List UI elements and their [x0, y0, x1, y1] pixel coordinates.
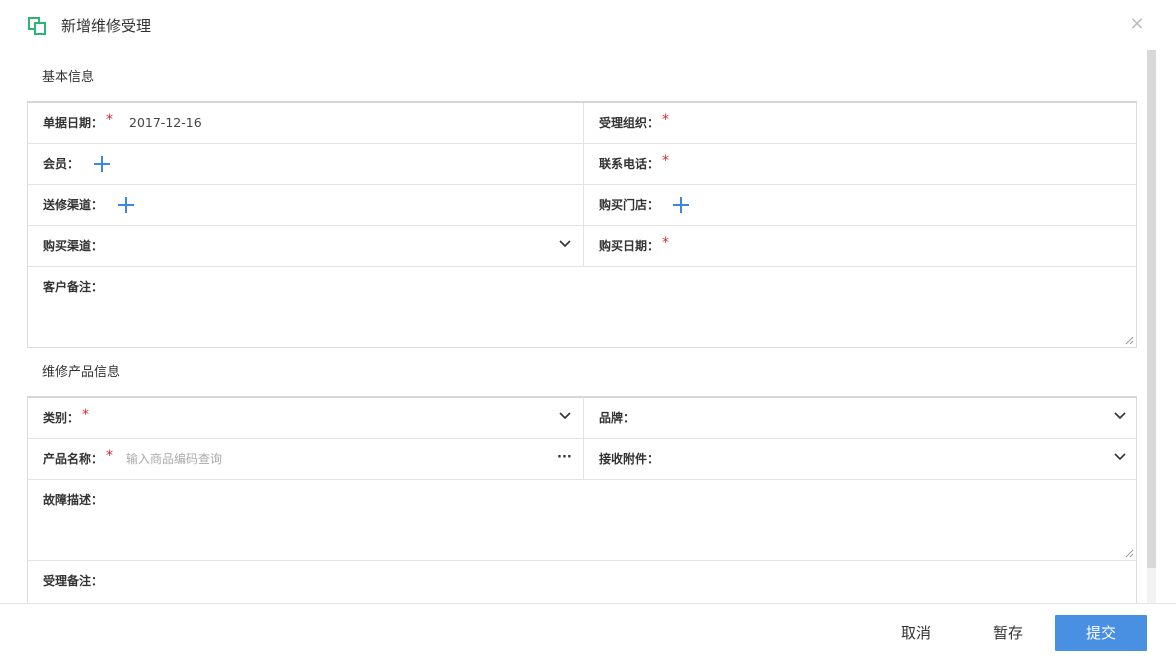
add-send-channel-icon[interactable]	[117, 196, 135, 214]
chevron-down-icon[interactable]	[1114, 453, 1126, 461]
cancel-button[interactable]: 取消	[901, 624, 931, 642]
field-label: 受理备注：	[43, 574, 104, 588]
basic-info-form: 单据日期： * 2017-12-16 受理组织： * 会员： 联系电话： * 送修渠道…	[27, 101, 1137, 348]
add-store-icon[interactable]	[672, 196, 690, 214]
field-label: 会员：	[43, 157, 80, 171]
product-name-input[interactable]: 输入商品编码查询	[126, 451, 222, 467]
field-label: 产品名称： *	[43, 448, 114, 466]
category-select[interactable]: 类别： *	[28, 398, 584, 438]
product-name-field[interactable]: 产品名称： * 输入商品编码查询 ···	[28, 439, 584, 479]
field-label: 客户备注：	[43, 280, 104, 294]
more-icon[interactable]: ···	[557, 451, 572, 464]
form-row: 单据日期： * 2017-12-16 受理组织： *	[28, 103, 1136, 144]
field-label: 受理组织： *	[599, 112, 670, 130]
submit-button[interactable]: 提交	[1055, 615, 1147, 651]
dialog-content: 基本信息 单据日期： * 2017-12-16 受理组织： * 会员： 联系电话： *	[0, 50, 1146, 603]
required-mark: *	[106, 112, 114, 128]
required-mark: *	[662, 235, 670, 251]
required-mark: *	[662, 112, 670, 128]
add-member-icon[interactable]	[93, 155, 111, 173]
field-label: 购买日期： *	[599, 235, 670, 253]
brand-select[interactable]: 品牌：	[584, 398, 1136, 438]
buy-channel-select[interactable]: 购买渠道：	[28, 226, 584, 266]
doc-date-field[interactable]: 单据日期： * 2017-12-16	[28, 103, 584, 143]
field-label: 购买门店：	[599, 198, 660, 212]
field-label: 类别： *	[43, 407, 90, 425]
section-title-basic-info: 基本信息	[42, 70, 95, 85]
accept-note-field[interactable]: 受理备注：	[28, 561, 1136, 603]
buy-date-field[interactable]: 购买日期： *	[584, 226, 1136, 266]
save-draft-button[interactable]: 暂存	[993, 624, 1023, 642]
dialog-footer: 取消 暂存 提交	[0, 603, 1176, 662]
scrollbar-thumb[interactable]	[1147, 50, 1156, 568]
accessory-select[interactable]: 接收附件：	[584, 439, 1136, 479]
form-row: 会员： 联系电话： *	[28, 144, 1136, 185]
product-info-form: 类别： * 品牌： 产品名称： * 输入商品编码查询 ··· 接收附件： 故障描述：	[27, 396, 1137, 603]
field-label: 品牌：	[599, 411, 636, 425]
chevron-down-icon[interactable]	[559, 412, 571, 420]
required-mark: *	[82, 407, 90, 423]
scrollbar[interactable]	[1147, 50, 1156, 603]
doc-date-value[interactable]: 2017-12-16	[129, 115, 202, 131]
chevron-down-icon[interactable]	[559, 240, 571, 248]
chevron-down-icon[interactable]	[1114, 412, 1126, 420]
dialog-titlebar: 新增维修受理 ×	[0, 0, 1176, 50]
copy-icon	[28, 17, 46, 35]
field-label: 单据日期： *	[43, 112, 114, 130]
required-mark: *	[662, 153, 670, 169]
fault-description-field[interactable]: 故障描述：	[28, 480, 1136, 561]
resize-handle-icon[interactable]	[1125, 549, 1134, 558]
required-mark: *	[106, 448, 114, 464]
resize-handle-icon[interactable]	[1125, 336, 1134, 345]
store-field: 购买门店：	[584, 185, 1136, 225]
field-label: 接收附件：	[599, 452, 660, 466]
field-label: 联系电话： *	[599, 153, 670, 171]
field-label: 送修渠道：	[43, 198, 104, 212]
customer-note-field[interactable]: 客户备注：	[28, 267, 1136, 347]
form-row: 购买渠道： 购买日期： *	[28, 226, 1136, 267]
org-field[interactable]: 受理组织： *	[584, 103, 1136, 143]
field-label: 购买渠道：	[43, 239, 104, 253]
section-title-product-info: 维修产品信息	[42, 365, 121, 380]
send-channel-field: 送修渠道：	[28, 185, 584, 225]
form-row: 送修渠道： 购买门店：	[28, 185, 1136, 226]
member-field: 会员：	[28, 144, 584, 184]
dialog-title: 新增维修受理	[61, 17, 152, 35]
close-icon[interactable]: ×	[1127, 14, 1147, 34]
form-row: 产品名称： * 输入商品编码查询 ··· 接收附件：	[28, 439, 1136, 480]
form-row: 类别： * 品牌：	[28, 398, 1136, 439]
field-label: 故障描述：	[43, 493, 104, 507]
phone-field[interactable]: 联系电话： *	[584, 144, 1136, 184]
